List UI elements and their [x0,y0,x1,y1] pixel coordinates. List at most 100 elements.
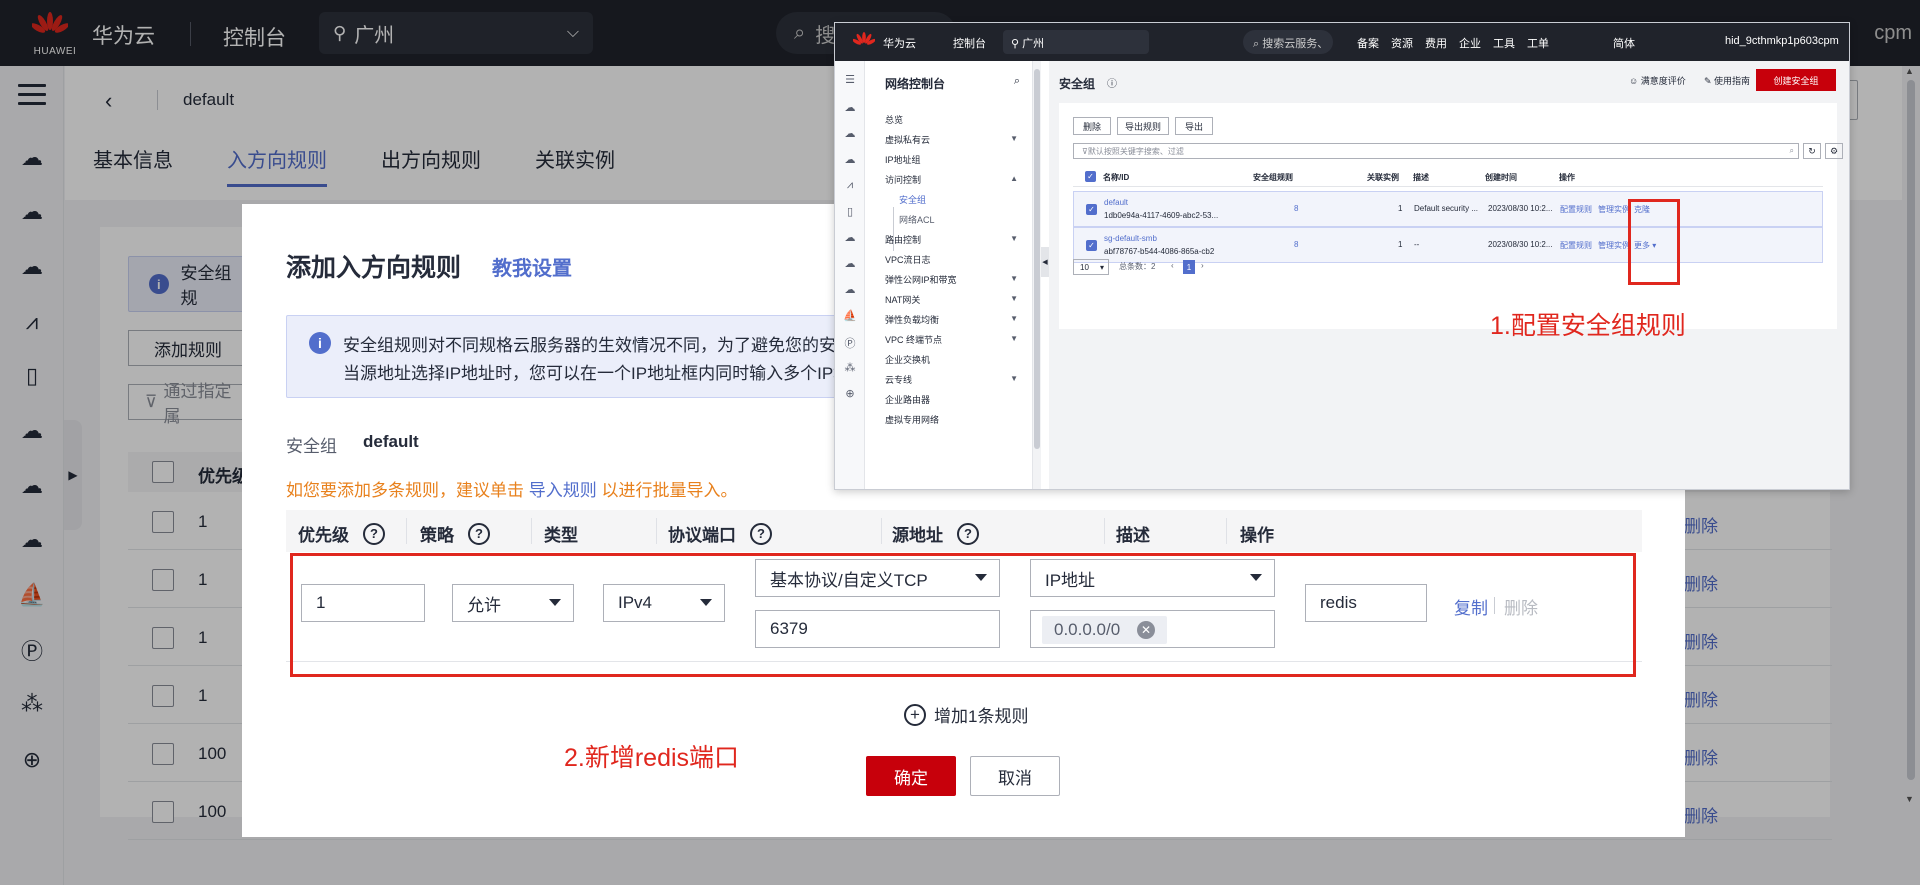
cloud-icon[interactable]: ☁ [843,231,857,245]
cloud-icon[interactable]: ☁ [843,153,857,167]
inset-region-select[interactable]: ⚲ 广州 [1003,30,1149,54]
menu-icon[interactable]: ☰ [843,73,857,87]
create-security-group-button[interactable]: 创建安全组 [1756,69,1836,91]
nav-item[interactable]: 弹性公网IP和带宽 [885,273,957,286]
nav-item[interactable]: 虚拟专用网络 [885,413,939,426]
page-size-select[interactable]: 10 ▾ [1073,259,1109,275]
rule-count-link[interactable]: 8 [1294,240,1298,249]
security-group-list-screenshot: 华为云 控制台 ⚲ 广州 ⌕ 搜索云服务、 备案 资源 费用 企业 工具 工单 … [834,22,1850,490]
column-header: 创建时间 [1485,173,1517,182]
satisfaction-link[interactable]: ☺ 满意度评价 [1629,74,1686,87]
row-checkbox[interactable]: ✓ [1086,204,1097,215]
info-line: 当源地址选择IP地址时，您可以在一个IP地址框内同时输入多个IP地 [343,364,851,383]
inset-nav-menu: 网络控制台 ⌕ 总览 虚拟私有云 ▼ IP地址组 访问控制 ▲ 安全组 网络ACL … [865,61,1033,489]
cancel-button[interactable]: 取消 [970,756,1060,796]
column-header: 关联实例 [1367,173,1399,182]
inset-user[interactable]: hid_9cthmkp1p603cpm [1725,35,1839,47]
refresh-icon[interactable]: ↻ [1803,143,1821,159]
globe-icon[interactable]: ⊕ [843,387,857,401]
help-icon[interactable]: ? [750,522,772,545]
cloud-icon[interactable]: ☁ [843,101,857,115]
sg-id: abf78767-b544-4086-865a-cb2 [1104,247,1215,256]
help-icon[interactable]: ? [468,522,490,545]
batch-import-hint: 如您要添加多条规则，建议单击 导入规则 以进行批量导入。 [286,476,737,501]
page-number[interactable]: 1 [1183,260,1195,274]
inset-list-card: 删除 导出规则 导出 ⊽ 默认按照关键字搜索、过滤 ⌕ ↻ ⚙ ✓ 名称/ID … [1059,103,1843,329]
import-rules-link[interactable]: 导入规则 [529,481,597,500]
column-header: 类型 [544,526,578,545]
collapse-nav-icon[interactable]: ◀ [1041,247,1049,277]
nav-item[interactable]: IP地址组 [885,153,921,166]
help-icon[interactable]: ? [957,522,979,545]
search-icon[interactable]: ⌕ [1790,146,1794,156]
add-one-rule-button[interactable]: + 增加1条规则 [904,702,1028,727]
search-icon[interactable]: ⌕ [1014,75,1020,88]
nav-item[interactable]: VPC流日志 [885,253,931,266]
next-page-icon[interactable]: › [1201,261,1204,270]
help-icon[interactable]: ⓘ [1107,75,1117,90]
inset-filter-input[interactable]: ⊽ 默认按照关键字搜索、过滤 ⌕ [1073,143,1799,159]
ip-icon[interactable]: Ⓟ [843,335,857,350]
nav-item[interactable]: 云专线 [885,373,912,386]
inset-delete-button[interactable]: 删除 [1073,117,1111,135]
inset-top-link[interactable]: 备案 [1357,35,1379,51]
configure-rules-link[interactable]: 配置规则 [1560,240,1592,251]
configure-rules-link[interactable]: 配置规则 [1560,204,1592,215]
settings-gear-icon[interactable]: ⚙ [1825,143,1843,159]
prev-page-icon[interactable]: ‹ [1171,261,1174,270]
nav-item[interactable]: 虚拟私有云 [885,133,930,146]
inset-top-link[interactable]: 工单 [1527,35,1549,51]
inset-search[interactable]: ⌕ 搜索云服务、 [1243,30,1333,54]
nav-item-security-group[interactable]: 安全组 [899,193,926,206]
cloud-icon[interactable]: ☁ [843,127,857,141]
sail-icon[interactable]: ⛵ [843,309,857,323]
rule-highlight-box [290,553,1636,677]
nav-item[interactable]: 总览 [885,113,903,126]
inset-top-link[interactable]: 费用 [1425,35,1447,51]
help-icon[interactable]: ? [363,522,385,545]
storage-icon[interactable]: ▯ [843,205,857,219]
nav-item[interactable]: NAT网关 [885,293,920,306]
inset-export-rules-button[interactable]: 导出规则 [1117,117,1169,135]
inset-top-link[interactable]: 企业 [1459,35,1481,51]
column-header: 源地址? [892,521,979,546]
select-all-checkbox[interactable]: ✓ [1085,171,1096,182]
nav-item[interactable]: 路由控制 [885,233,921,246]
nav-item[interactable]: 网络ACL [899,213,935,226]
inset-lang[interactable]: 简体 [1613,35,1635,51]
sg-name-link[interactable]: default [1104,198,1128,207]
inset-console[interactable]: 控制台 [953,35,986,51]
inset-top-link[interactable]: 工具 [1493,35,1515,51]
huawei-flower-icon [853,32,875,45]
inset-nav-scrollbar[interactable] [1033,61,1041,489]
column-header: 操作 [1240,526,1274,545]
cloud-icon[interactable]: ☁ [843,283,857,297]
inset-header: 华为云 控制台 ⚲ 广州 ⌕ 搜索云服务、 备案 资源 费用 企业 工具 工单 … [835,23,1849,61]
manage-instances-link[interactable]: 管理实例 [1598,240,1630,251]
nav-item[interactable]: 弹性负载均衡 [885,313,939,326]
nav-item[interactable]: 企业交换机 [885,353,930,366]
confirm-button[interactable]: 确定 [866,756,956,796]
column-header: 安全组规则 [1253,173,1293,182]
network-icon[interactable]: ⩘ [843,179,857,193]
rule-count-link[interactable]: 8 [1294,204,1298,213]
inset-top-link[interactable]: 资源 [1391,35,1413,51]
cloud-icon[interactable]: ☁ [843,257,857,271]
inset-export-button[interactable]: 导出 [1175,117,1213,135]
nav-item[interactable]: 访问控制 [885,173,921,186]
sg-name-link[interactable]: sg-default-smb [1104,234,1157,243]
row-checkbox[interactable]: ✓ [1086,240,1097,251]
nav-item[interactable]: VPC 终端节点 [885,333,942,346]
plus-circle-icon: + [904,703,926,726]
inset-brand[interactable]: 华为云 [883,35,916,51]
nav-item[interactable]: 企业路由器 [885,393,930,406]
cluster-icon[interactable]: ⁂ [843,361,857,375]
guide-link[interactable]: ✎ 使用指南 [1704,74,1750,87]
configure-rules-highlight-box [1628,199,1680,285]
column-header: 策略? [420,521,490,546]
inset-nav-title: 网络控制台 [885,77,946,91]
help-link[interactable]: 教我设置 [492,252,572,281]
manage-instances-link[interactable]: 管理实例 [1598,204,1630,215]
inset-icon-sidebar: ☰ ☁ ☁ ☁ ⩘ ▯ ☁ ☁ ☁ ⛵ Ⓟ ⁂ ⊕ [835,61,865,489]
inset-page-title: 安全组 [1059,77,1096,91]
